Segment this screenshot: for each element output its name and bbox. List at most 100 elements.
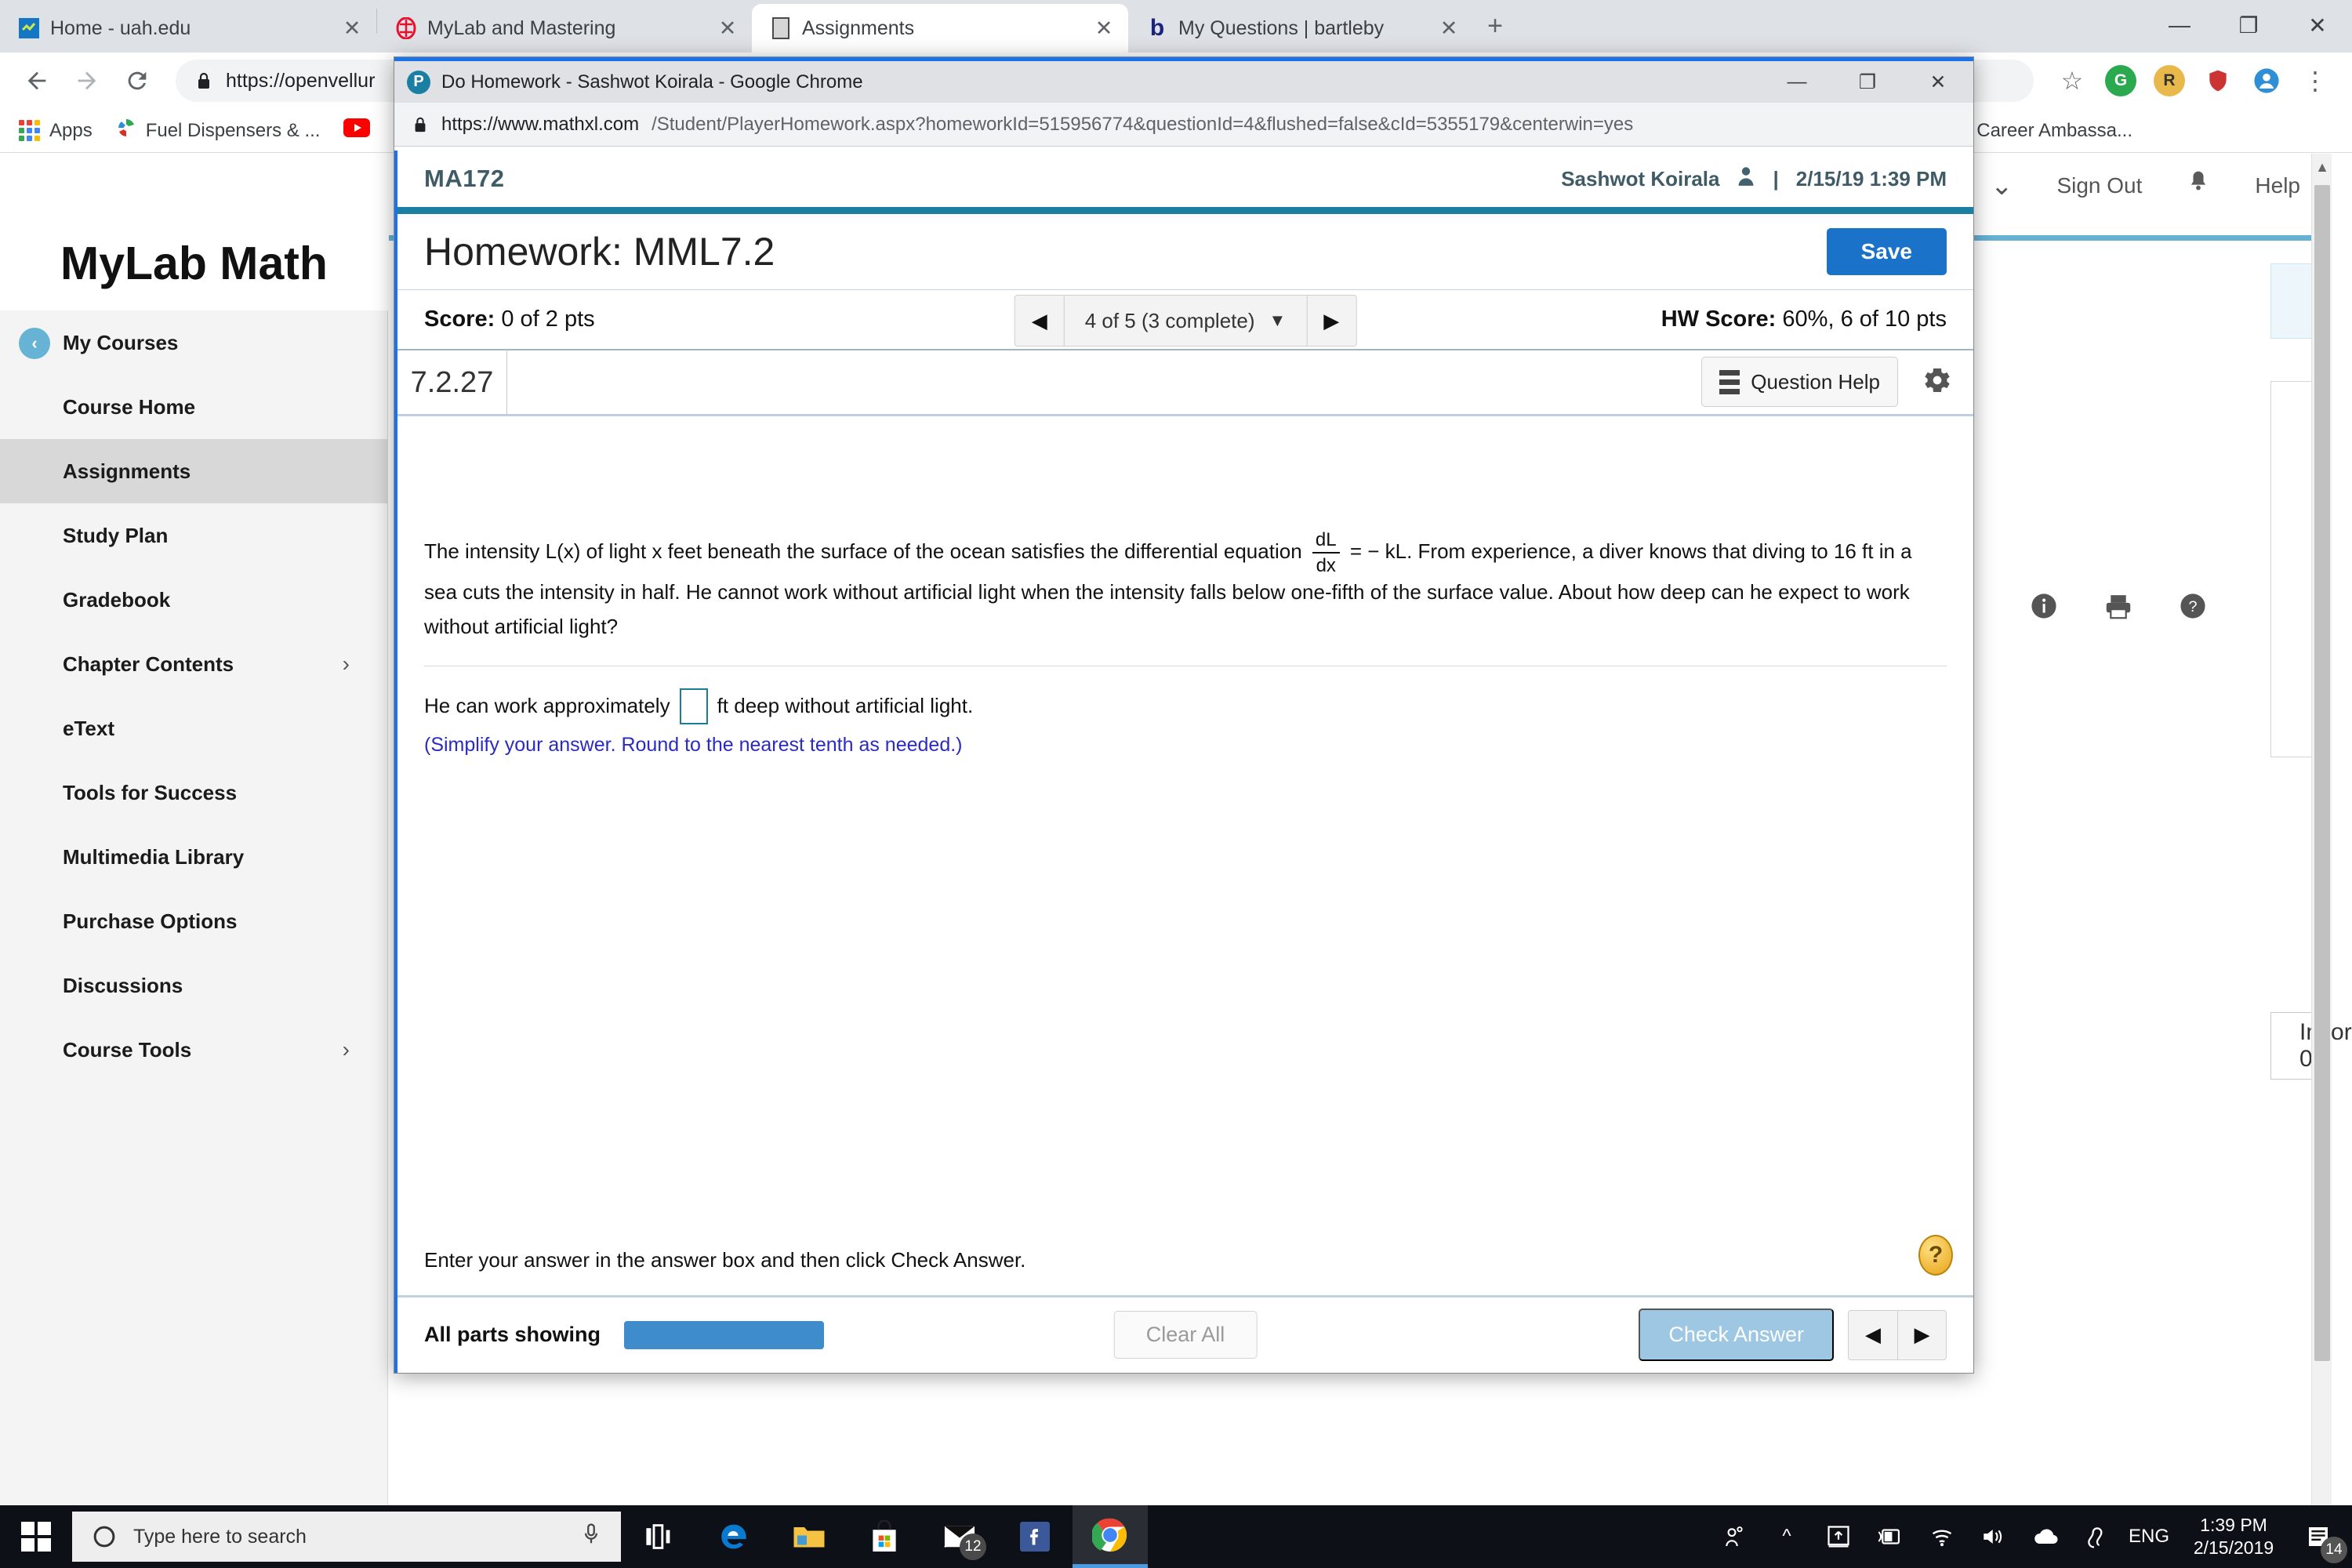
microsoft-edge-icon[interactable] — [696, 1505, 771, 1568]
account-chevron-icon[interactable]: ⌄ — [1991, 170, 2013, 201]
volume-icon[interactable] — [1968, 1505, 2020, 1568]
taskbar-clock[interactable]: 1:39 PM 2/15/2019 — [2175, 1505, 2292, 1568]
back-chevron-icon[interactable]: ‹ — [19, 328, 50, 359]
mylab-card-icons: ? — [2031, 593, 2206, 623]
footer-next-button[interactable]: ▶ — [1897, 1310, 1946, 1359]
check-answer-button[interactable]: Check Answer — [1639, 1308, 1834, 1361]
question-content: The intensity L(x) of light x feet benea… — [397, 510, 1973, 1225]
sidebar-item-gradebook[interactable]: Gradebook — [0, 568, 387, 632]
scroll-up-arrow[interactable]: ▲ — [2312, 154, 2332, 180]
tab-close-icon[interactable]: ✕ — [714, 16, 741, 41]
sidebar-item-course-tools[interactable]: Course Tools › — [0, 1018, 387, 1082]
save-button[interactable]: Save — [1826, 228, 1947, 275]
sidebar-item-etext[interactable]: eText — [0, 696, 387, 760]
battery-icon[interactable] — [1864, 1505, 1916, 1568]
tab-close-icon[interactable]: ✕ — [339, 16, 365, 41]
facebook-icon[interactable] — [997, 1505, 1073, 1568]
question-position-dropdown[interactable]: 4 of 5 (3 complete) ▼ — [1063, 296, 1308, 346]
popup-maximize-button[interactable]: ❐ — [1832, 61, 1903, 103]
hw-score-text: HW Score: 60%, 6 of 10 pts — [1661, 307, 1947, 332]
pearson-icon — [394, 16, 418, 40]
microphone-icon[interactable] — [582, 1523, 601, 1552]
tab-close-icon[interactable]: ✕ — [1091, 16, 1117, 41]
taskbar-search-input[interactable]: Type here to search — [72, 1512, 621, 1562]
forward-icon[interactable] — [64, 58, 110, 103]
windows-start-icon[interactable] — [0, 1505, 72, 1568]
bookmark-fuel-dispensers[interactable]: Fuel Dispensers & ... — [116, 118, 320, 143]
answer-input[interactable] — [679, 688, 708, 724]
page-scrollbar[interactable]: ▲ — [2311, 154, 2332, 1505]
bookmark-star-icon[interactable]: ☆ — [2049, 58, 2095, 103]
notification-bell-icon[interactable] — [2186, 169, 2211, 201]
update-icon[interactable] — [1813, 1505, 1864, 1568]
pearson-p-icon: P — [407, 70, 430, 94]
wifi-icon[interactable] — [1916, 1505, 1968, 1568]
maximize-button[interactable]: ❐ — [2214, 0, 2283, 50]
bookmark-career-ambassador[interactable]: (1) Career Ambassa... — [1948, 120, 2132, 142]
new-tab-button[interactable]: + — [1473, 11, 1517, 42]
back-icon[interactable] — [14, 58, 60, 103]
help-bubble-icon[interactable]: ? — [1918, 1235, 1953, 1276]
question-help-button[interactable]: Question Help — [1701, 357, 1898, 407]
microsoft-store-icon[interactable] — [847, 1505, 922, 1568]
sign-out-link[interactable]: Sign Out — [2056, 173, 2142, 198]
person-icon[interactable] — [1737, 166, 1755, 192]
language-indicator[interactable]: ENG — [2123, 1505, 2175, 1568]
popup-address-bar[interactable]: https://www.mathxl.com/Student/PlayerHom… — [394, 103, 1973, 147]
sidebar-item-purchase-options[interactable]: Purchase Options — [0, 889, 387, 953]
mylab-header-actions: ⌄ Sign Out Help — [1991, 169, 2300, 201]
people-icon[interactable] — [1709, 1505, 1761, 1568]
file-explorer-icon[interactable] — [771, 1505, 847, 1568]
popup-close-button[interactable]: ✕ — [1903, 61, 1973, 103]
show-hidden-icons-chevron[interactable]: ^ — [1761, 1505, 1813, 1568]
sidebar-item-multimedia-library[interactable]: Multimedia Library — [0, 825, 387, 889]
close-button[interactable]: ✕ — [2283, 0, 2352, 50]
scrollbar-thumb[interactable] — [2314, 185, 2330, 1361]
browser-tab-home-uah[interactable]: Home - uah.edu ✕ — [0, 4, 376, 53]
sidebar-item-course-home[interactable]: Course Home — [0, 375, 387, 439]
header-separator: | — [1773, 166, 1779, 191]
gear-icon[interactable] — [1922, 365, 1953, 404]
reload-icon[interactable] — [114, 58, 160, 103]
browser-tab-mylab-mastering[interactable]: MyLab and Mastering ✕ — [377, 4, 752, 53]
pen-icon[interactable] — [2071, 1505, 2123, 1568]
bartleby-icon: b — [1149, 15, 1165, 41]
task-view-icon[interactable] — [621, 1505, 696, 1568]
chrome-menu-icon[interactable]: ⋮ — [2292, 58, 2338, 103]
browser-tab-assignments[interactable]: Assignments ✕ — [752, 4, 1128, 53]
bookmark-youtube[interactable] — [343, 118, 379, 143]
tab-close-icon[interactable]: ✕ — [1436, 16, 1462, 41]
help-link[interactable]: Help — [2255, 173, 2300, 198]
shield-icon[interactable] — [2195, 58, 2241, 103]
answer-suffix: ft deep without artificial light. — [717, 694, 974, 718]
popup-url-prefix: https://www.mathxl.com — [441, 113, 640, 135]
popup-minimize-button[interactable]: — — [1762, 61, 1832, 103]
footer-prev-button[interactable]: ◀ — [1849, 1311, 1897, 1359]
mylab-brand: MyLab Math — [60, 238, 328, 289]
google-chrome-icon[interactable] — [1073, 1505, 1148, 1568]
minimize-button[interactable]: — — [2145, 0, 2214, 50]
browser-tab-bartleby[interactable]: b My Questions | bartleby ✕ — [1128, 4, 1473, 53]
sidebar-item-chapter-contents[interactable]: Chapter Contents › — [0, 632, 387, 696]
mail-icon[interactable]: 12 — [922, 1505, 997, 1568]
sidebar-item-discussions[interactable]: Discussions — [0, 953, 387, 1018]
sidebar-item-assignments[interactable]: Assignments — [0, 439, 387, 503]
sidebar-item-tools-for-success[interactable]: Tools for Success — [0, 760, 387, 825]
popup-title-bar[interactable]: P Do Homework - Sashwot Koirala - Google… — [394, 57, 1973, 103]
next-question-button[interactable]: ▶ — [1307, 296, 1356, 346]
extension-r-icon[interactable]: R — [2147, 58, 2192, 103]
prev-question-button[interactable]: ◀ — [1015, 296, 1064, 346]
avatar-icon[interactable] — [2244, 58, 2289, 103]
sidebar-item-study-plan[interactable]: Study Plan — [0, 503, 387, 568]
score-text: Score: 0 of 2 pts — [424, 307, 595, 332]
onedrive-icon[interactable] — [2020, 1505, 2071, 1568]
bookmark-apps[interactable]: Apps — [19, 120, 93, 142]
help-circle-icon[interactable]: ? — [2180, 593, 2206, 623]
print-icon[interactable] — [2104, 593, 2132, 623]
chevron-down-icon: ▼ — [1269, 310, 1287, 330]
extension-g-icon[interactable]: G — [2098, 58, 2143, 103]
info-icon[interactable] — [2031, 593, 2057, 623]
action-center-icon[interactable]: 14 — [2292, 1505, 2347, 1568]
sidebar-item-my-courses[interactable]: ‹ My Courses — [0, 310, 387, 375]
clear-all-button[interactable]: Clear All — [1113, 1311, 1258, 1359]
